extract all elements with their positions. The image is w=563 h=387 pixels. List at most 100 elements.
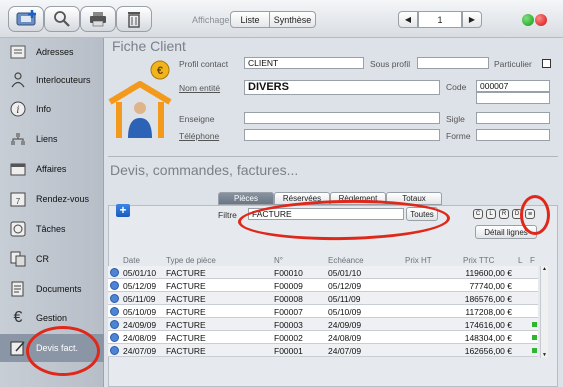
cell-type: FACTURE [166, 268, 206, 278]
report-icon [9, 250, 27, 268]
status-red-icon [535, 14, 547, 26]
column-header-date[interactable]: Date [123, 256, 140, 265]
mini-button-c[interactable]: C [473, 209, 483, 219]
particulier-checkbox[interactable] [542, 59, 551, 68]
table-row[interactable]: 05/12/09 FACTURE F00009 05/12/09 77740,00 € [108, 279, 538, 292]
tab-pieces[interactable]: Pièces [218, 192, 274, 205]
row-open-icon[interactable] [110, 346, 119, 355]
mini-button-l[interactable]: L [486, 209, 496, 219]
links-icon [9, 130, 27, 148]
calendar-icon: 7 [9, 190, 27, 208]
table-row[interactable]: 24/09/09 FACTURE F00003 24/09/09 174616,00 € [108, 318, 538, 331]
svg-text:€: € [157, 65, 163, 77]
sidebar-item-label: Liens [36, 134, 58, 144]
sidebar-item-rendez-vous[interactable]: 7 Rendez-vous [0, 185, 104, 213]
search-button[interactable] [44, 6, 80, 32]
client-house-icon: € [108, 60, 172, 138]
status-flag-icon [532, 335, 537, 340]
sous-profil-field[interactable] [417, 57, 489, 69]
telephone-field[interactable] [244, 129, 440, 141]
row-open-icon[interactable] [110, 294, 119, 303]
cell-numero: F00001 [274, 346, 303, 356]
row-open-icon[interactable] [110, 307, 119, 316]
delete-button[interactable] [116, 6, 152, 32]
row-open-icon[interactable] [110, 333, 119, 342]
plus-icon: + [119, 203, 127, 217]
column-header-l[interactable]: L [518, 256, 522, 265]
sidebar-item-interlocuteurs[interactable]: Interlocuteurs [0, 66, 104, 94]
cell-date: 05/12/09 [123, 281, 157, 291]
scroll-up-icon: ▲ [542, 266, 547, 272]
cell-prix-ttc: 117208,00 € [465, 307, 512, 317]
enseigne-label: Enseigne [179, 114, 215, 124]
sidebar-item-adresses[interactable]: Adresses [0, 38, 104, 66]
column-header-prix-ttc[interactable]: Prix TTC [463, 256, 494, 265]
folder-icon [9, 160, 27, 178]
column-header-echeance[interactable]: Echéance [328, 256, 364, 265]
table-row[interactable]: 24/07/09 FACTURE F00001 24/07/09 162656,00 € [108, 344, 538, 357]
sidebar-item-affaires[interactable]: Affaires [0, 155, 104, 183]
cell-date: 05/11/09 [123, 294, 156, 304]
column-header-type[interactable]: Type de pièce [166, 256, 216, 265]
synthese-view-button[interactable]: Synthèse [270, 11, 316, 28]
nom-entite-field[interactable]: DIVERS [244, 80, 440, 95]
column-header-f[interactable]: F [530, 256, 535, 265]
cell-date: 05/01/10 [123, 268, 157, 278]
highlight-ring-list-button [520, 195, 550, 235]
new-contact-button[interactable] [8, 6, 44, 32]
cell-echeance: 05/01/10 [328, 268, 362, 278]
sidebar-item-label: Info [36, 104, 52, 114]
sidebar-item-documents[interactable]: Documents [0, 275, 104, 303]
telephone-label: Téléphone [179, 131, 220, 141]
sidebar-item-label: Affaires [36, 164, 67, 174]
code-field[interactable]: 000007 [476, 80, 550, 92]
table-row[interactable]: 05/01/10 FACTURE F00010 05/01/10 119600,00 € [108, 266, 538, 279]
search-icon [54, 11, 70, 27]
devis-section-title: Devis, commandes, factures... [110, 162, 299, 178]
filtre-label: Filtre [218, 210, 237, 220]
cell-echeance: 24/08/09 [328, 333, 362, 343]
next-page-button[interactable]: ▶ [462, 11, 482, 28]
mini-button-r[interactable]: R [499, 209, 509, 219]
cell-prix-ttc: 148304,00 € [464, 333, 512, 343]
add-piece-button[interactable]: + [116, 204, 130, 217]
cell-numero: F00009 [274, 281, 303, 291]
particulier-label: Particulier [494, 59, 532, 69]
liste-view-button[interactable]: Liste [230, 11, 270, 28]
cell-numero: F00003 [274, 320, 303, 330]
table-row[interactable]: 24/08/09 FACTURE F00002 24/08/09 148304,00 € [108, 331, 538, 344]
row-open-icon[interactable] [110, 268, 119, 277]
previous-page-button[interactable]: ◀ [398, 11, 418, 28]
table-row[interactable]: 05/10/09 FACTURE F00007 05/10/09 117208,00 € [108, 305, 538, 318]
code-secondary-field[interactable] [476, 92, 550, 104]
sidebar-item-taches[interactable]: Tâches [0, 215, 104, 243]
euro-icon: € [13, 309, 23, 326]
sigle-field[interactable] [476, 112, 550, 124]
sidebar-item-liens[interactable]: Liens [0, 125, 104, 153]
cell-prix-ttc: 186576,00 € [464, 294, 512, 304]
sidebar-item-info[interactable]: i Info [0, 95, 104, 123]
cell-prix-ttc: 174616,00 € [464, 320, 512, 330]
forme-label: Forme [446, 131, 471, 141]
sidebar-item-cr[interactable]: CR [0, 245, 104, 273]
column-header-prix-ht[interactable]: Prix HT [405, 256, 432, 265]
profil-contact-label: Profil contact [179, 59, 229, 69]
column-header-numero[interactable]: N° [274, 256, 283, 265]
cell-numero: F00002 [274, 333, 303, 343]
cell-type: FACTURE [166, 346, 206, 356]
cell-prix-ttc: 119600,00 € [465, 268, 512, 278]
arrow-right-icon: ▶ [468, 15, 476, 24]
print-button[interactable] [80, 6, 116, 32]
toolbar: Affichage Liste Synthèse ◀ 1 ▶ [0, 0, 563, 38]
enseigne-field[interactable] [244, 112, 440, 124]
row-open-icon[interactable] [110, 320, 119, 329]
cell-type: FACTURE [166, 333, 206, 343]
code-label: Code [446, 82, 467, 92]
forme-field[interactable] [476, 129, 550, 141]
row-open-icon[interactable] [110, 281, 119, 290]
task-icon [9, 220, 27, 238]
table-scrollbar[interactable]: ▲ ▼ [540, 266, 548, 358]
page-number-field[interactable]: 1 [418, 11, 462, 28]
profil-contact-field[interactable]: CLIENT [244, 57, 364, 69]
table-row[interactable]: 05/11/09 FACTURE F00008 05/11/09 186576,00 € [108, 292, 538, 305]
